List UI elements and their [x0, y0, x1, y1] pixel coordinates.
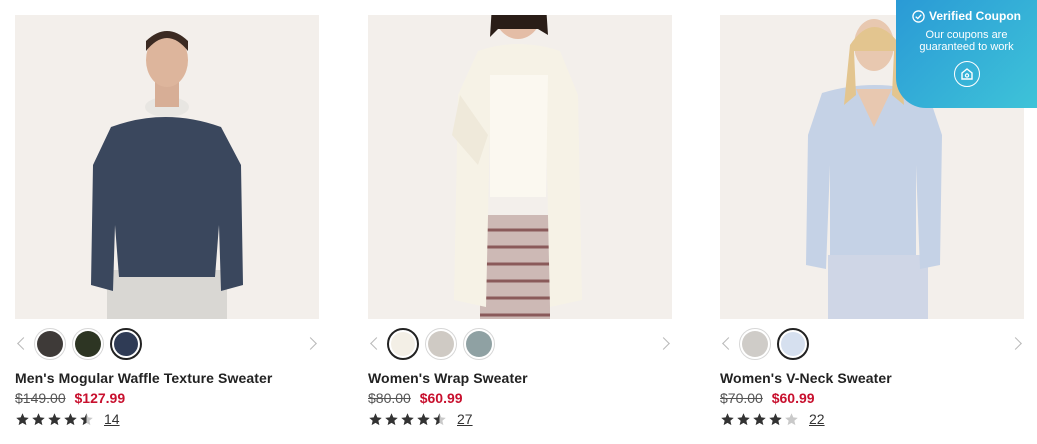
color-swatch[interactable] — [110, 328, 142, 360]
rating-row: 14 — [15, 410, 319, 428]
star-icon — [79, 412, 94, 427]
star-icon — [15, 412, 30, 427]
sale-price: $60.99 — [419, 390, 463, 406]
color-swatch[interactable] — [463, 328, 495, 360]
star-icon — [31, 412, 46, 427]
swatch-color — [75, 331, 101, 357]
color-swatch[interactable] — [777, 328, 809, 360]
color-swatch[interactable] — [387, 328, 419, 360]
product-card[interactable]: Men's Mogular Waffle Texture Sweater $14… — [15, 15, 319, 428]
price-row: $70.00 $60.99 — [720, 390, 1024, 406]
star-icon — [432, 412, 447, 427]
coupon-subtitle: Our coupons are guaranteed to work — [919, 29, 1014, 53]
star-icon — [63, 412, 78, 427]
color-swatch[interactable] — [425, 328, 457, 360]
product-image[interactable] — [15, 15, 319, 319]
chevron-left-icon[interactable] — [720, 334, 734, 354]
swatch-color — [114, 332, 138, 356]
star-icon — [368, 412, 383, 427]
product-title[interactable]: Women's Wrap Sweater — [368, 370, 672, 386]
original-price: $70.00 — [720, 390, 763, 406]
swatch-carousel — [720, 328, 1024, 364]
review-count-link[interactable]: 14 — [104, 411, 120, 427]
star-icon — [736, 412, 751, 427]
swatch-color — [428, 331, 454, 357]
rating-row: 22 — [720, 410, 1024, 428]
swatch-carousel — [15, 328, 319, 364]
color-swatches — [739, 328, 809, 360]
star-rating — [15, 412, 94, 427]
swatch-color — [742, 331, 768, 357]
chevron-right-icon[interactable] — [658, 334, 672, 354]
chevron-right-icon[interactable] — [305, 334, 319, 354]
star-icon — [784, 412, 799, 427]
color-swatches — [34, 328, 142, 360]
star-icon — [47, 412, 62, 427]
swatch-color — [391, 332, 415, 356]
star-rating — [720, 412, 799, 427]
coupon-header: Verified Coupon — [896, 9, 1037, 23]
swatch-carousel — [368, 328, 672, 364]
star-icon — [768, 412, 783, 427]
original-price: $80.00 — [368, 390, 411, 406]
star-icon — [752, 412, 767, 427]
swatch-color — [37, 331, 63, 357]
sale-price: $60.99 — [771, 390, 815, 406]
sale-price: $127.99 — [74, 390, 126, 406]
price-row: $80.00 $60.99 — [368, 390, 672, 406]
rating-row: 27 — [368, 410, 672, 428]
review-count-link[interactable]: 27 — [457, 411, 473, 427]
mens-sweater-photo — [15, 15, 319, 319]
swatch-color — [781, 332, 805, 356]
product-title[interactable]: Women's V-Neck Sweater — [720, 370, 1024, 386]
chevron-left-icon[interactable] — [15, 334, 29, 354]
chevron-left-icon[interactable] — [368, 334, 382, 354]
product-image[interactable] — [368, 15, 672, 319]
product-title[interactable]: Men's Mogular Waffle Texture Sweater — [15, 370, 319, 386]
coupon-title: Verified Coupon — [928, 9, 1021, 23]
original-price: $149.00 — [15, 390, 66, 406]
color-swatch[interactable] — [739, 328, 771, 360]
price-row: $149.00 $127.99 — [15, 390, 319, 406]
swatch-color — [466, 331, 492, 357]
product-card[interactable]: Women's Wrap Sweater $80.00 $60.99 27 — [368, 15, 672, 428]
color-swatch[interactable] — [72, 328, 104, 360]
star-icon — [384, 412, 399, 427]
check-circle-icon — [912, 9, 925, 23]
star-icon — [416, 412, 431, 427]
review-count-link[interactable]: 22 — [809, 411, 825, 427]
star-icon — [720, 412, 735, 427]
chevron-right-icon[interactable] — [1010, 334, 1024, 354]
verified-coupon-badge[interactable]: Verified Coupon Our coupons are guarante… — [896, 0, 1037, 108]
star-icon — [400, 412, 415, 427]
color-swatch[interactable] — [34, 328, 66, 360]
wrap-sweater-photo — [368, 15, 672, 319]
star-rating — [368, 412, 447, 427]
color-swatches — [387, 328, 495, 360]
coupon-logo-icon — [953, 61, 980, 87]
